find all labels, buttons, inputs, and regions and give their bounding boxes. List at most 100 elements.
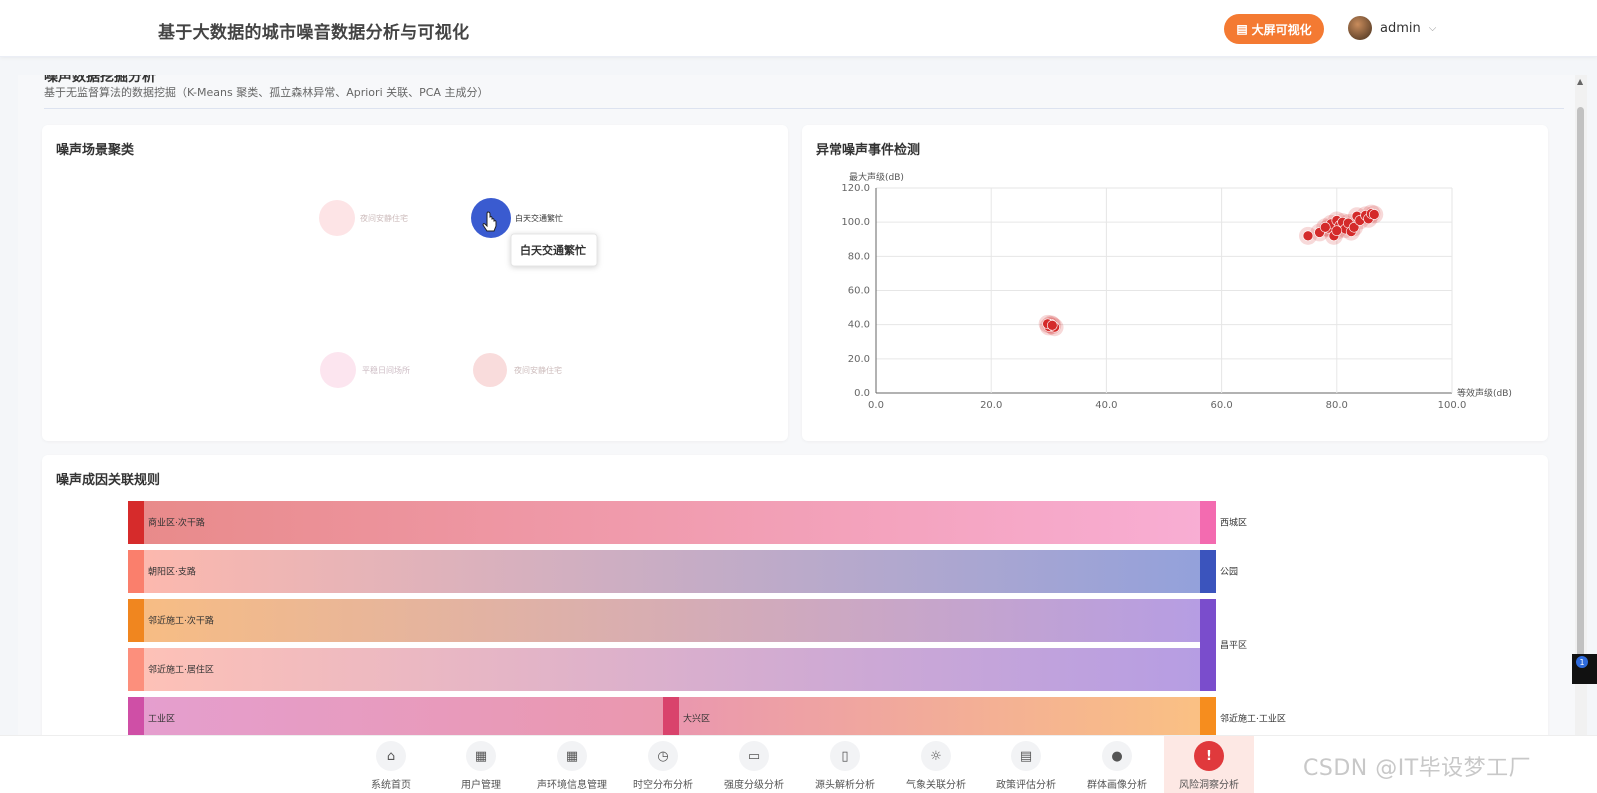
cluster-node-4-circle[interactable] <box>473 353 507 387</box>
nav-item-5[interactable]: ▭ 强度分级分析 <box>709 736 799 793</box>
presentation-icon[interactable]: ▭ <box>739 741 769 771</box>
main-content: 噪声数据挖掘分析 基于无监督算法的数据挖掘（K-Means 聚类、孤立森林异常、… <box>18 75 1578 735</box>
cluster-card: 噪声场景聚类 夜间安静住宅 白天交通繁忙 平稳日间场所 夜间安静住宅 白天交通繁… <box>42 125 788 441</box>
x-tick-label: 40.0 <box>1095 400 1117 411</box>
nav-item-label: 源头解析分析 <box>815 780 875 791</box>
cluster-node-2-label: 白天交通繁忙 <box>515 213 563 223</box>
grid-icon[interactable]: ▦ <box>557 741 587 771</box>
y-tick-label: 60.0 <box>848 286 870 297</box>
anomaly-scatter-chart: 0.0 20.0 40.0 60.0 80.0 100.0 120.0 0.0 20.0 40.0… <box>841 171 1512 411</box>
clock-icon[interactable]: ◷ <box>648 741 678 771</box>
bigscreen-button[interactable]: ▤ 大屏可视化 <box>1224 14 1324 44</box>
sankey-node-label: 西城区 <box>1220 518 1247 529</box>
anomaly-card: 异常噪声事件检测 0.0 20.0 40.0 60.0 80.0 100.0 120.0 0.… <box>802 125 1548 441</box>
cluster-node-2[interactable]: 白天交通繁忙 <box>471 198 563 238</box>
nav-item-9[interactable]: ● 群体画像分析 <box>1072 736 1162 793</box>
scatter-point[interactable] <box>1319 221 1331 233</box>
cluster-node-4[interactable]: 夜间安静住宅 <box>473 353 562 387</box>
user-menu[interactable]: admin ⌵ <box>1348 16 1436 40</box>
chevron-down-icon[interactable]: ⌵ <box>1429 23 1437 34</box>
sankey-link[interactable] <box>144 648 1200 691</box>
scroll-up-arrow-icon[interactable]: ▲ <box>1577 77 1583 86</box>
scrollbar[interactable]: ▲ <box>1575 75 1587 735</box>
sankey-link[interactable] <box>144 697 663 735</box>
user-icon[interactable]: ● <box>1102 741 1132 771</box>
scatter-point[interactable] <box>1302 230 1314 242</box>
nav-item-1[interactable]: ⌂ 系统首页 <box>346 736 436 793</box>
cluster-node-1-label: 夜间安静住宅 <box>360 213 408 223</box>
sankey-node-mid[interactable] <box>663 697 679 735</box>
cluster-node-1[interactable]: 夜间安静住宅 <box>319 200 408 236</box>
home-icon[interactable]: ⌂ <box>376 741 406 771</box>
sankey-node-left[interactable] <box>128 599 144 642</box>
sankey-link[interactable] <box>144 599 1200 642</box>
nav-item-7[interactable]: ☼ 气象关联分析 <box>891 736 981 793</box>
rules-sankey-chart: 商业区·次干路朝阳区·支路邻近施工·次干路邻近施工·居住区工业区 大兴区 西城区公园… <box>128 501 1286 735</box>
sankey-node-left[interactable] <box>128 697 144 735</box>
bigscreen-label: 大屏可视化 <box>1251 22 1312 37</box>
nav-item-8[interactable]: ▤ 政策评估分析 <box>981 736 1071 793</box>
x-axis-label: 等效声级(dB) <box>1457 387 1512 399</box>
scatter-point[interactable] <box>1368 209 1380 220</box>
cluster-node-3[interactable]: 平稳日间场所 <box>320 352 410 388</box>
y-tick-label: 80.0 <box>848 251 870 262</box>
app-title: 基于大数据的城市噪音数据分析与可视化 <box>158 23 470 43</box>
divider <box>44 108 1564 109</box>
nav-item-6[interactable]: ▯ 源头解析分析 <box>800 736 890 793</box>
sankey-node-label: 邻近施工·居住区 <box>148 664 214 676</box>
x-tick-label: 80.0 <box>1326 400 1348 411</box>
avatar[interactable] <box>1348 16 1372 40</box>
grid-icon[interactable]: ▦ <box>466 741 496 771</box>
sankey-node-right[interactable] <box>1200 550 1216 593</box>
cluster-graph: 夜间安静住宅 白天交通繁忙 平稳日间场所 夜间安静住宅 白天交通繁忙 <box>319 198 598 388</box>
sankey-link[interactable] <box>679 697 1200 735</box>
y-axis-label: 最大声级(dB) <box>849 171 904 183</box>
document-icon[interactable]: ▤ <box>1011 741 1041 771</box>
sankey-node-left[interactable] <box>128 501 144 544</box>
cluster-node-3-circle[interactable] <box>320 352 356 388</box>
nav-item-4[interactable]: ◷ 时空分布分析 <box>618 736 708 793</box>
floating-widget-badge: 1 <box>1576 656 1588 668</box>
x-tick-label: 100.0 <box>1438 400 1467 411</box>
sankey-link[interactable] <box>144 501 1200 544</box>
nav-item-10[interactable]: ! 风险洞察分析 <box>1164 736 1254 793</box>
x-tick-label: 20.0 <box>980 400 1002 411</box>
cluster-node-3-label: 平稳日间场所 <box>362 365 410 375</box>
x-tick-label: 0.0 <box>868 400 884 411</box>
book-icon[interactable]: ▯ <box>830 741 860 771</box>
nav-item-label: 政策评估分析 <box>996 780 1056 791</box>
cluster-node-4-label: 夜间安静住宅 <box>514 365 562 375</box>
sankey-link[interactable] <box>144 550 1200 593</box>
nav-item-label: 声环境信息管理 <box>537 780 607 791</box>
sankey-node-label: 昌平区 <box>1220 640 1247 651</box>
nav-item-label: 群体画像分析 <box>1087 780 1147 791</box>
nav-item-3[interactable]: ▦ 声环境信息管理 <box>527 736 617 793</box>
y-tick-label: 40.0 <box>848 320 870 331</box>
sankey-node-label: 商业区·次干路 <box>148 517 205 529</box>
sankey-node-right[interactable] <box>1200 501 1216 544</box>
nav-item-label: 时空分布分析 <box>633 780 693 791</box>
scroll-thumb[interactable] <box>1577 107 1584 682</box>
y-tick-label: 120.0 <box>841 183 870 194</box>
alert-icon[interactable]: ! <box>1194 741 1224 771</box>
scatter-point[interactable] <box>1046 320 1058 331</box>
scatter-point[interactable] <box>1331 225 1343 237</box>
sankey-node-label: 工业区 <box>148 714 175 725</box>
watermark: CSDN @IT毕设梦工厂 <box>1303 756 1532 781</box>
y-tick-label: 20.0 <box>848 354 870 365</box>
sankey-node-left[interactable] <box>128 648 144 691</box>
sun-icon[interactable]: ☼ <box>921 741 951 771</box>
y-tick-label: 100.0 <box>841 217 870 228</box>
nav-item-2[interactable]: ▦ 用户管理 <box>436 736 526 793</box>
nav-item-label: 系统首页 <box>371 780 411 791</box>
cart-icon: ▤ <box>1236 22 1248 36</box>
sankey-node-left[interactable] <box>128 550 144 593</box>
nav-item-label: 气象关联分析 <box>906 780 966 791</box>
sankey-node-right[interactable] <box>1200 697 1216 735</box>
cluster-node-1-circle[interactable] <box>319 200 355 236</box>
sankey-node-label: 朝阳区·支路 <box>148 566 196 578</box>
nav-item-label: 风险洞察分析 <box>1179 780 1239 791</box>
sankey-node-right[interactable] <box>1200 599 1216 691</box>
sankey-node-label: 邻近施工·工业区 <box>1220 713 1286 725</box>
username[interactable]: admin <box>1380 21 1421 36</box>
